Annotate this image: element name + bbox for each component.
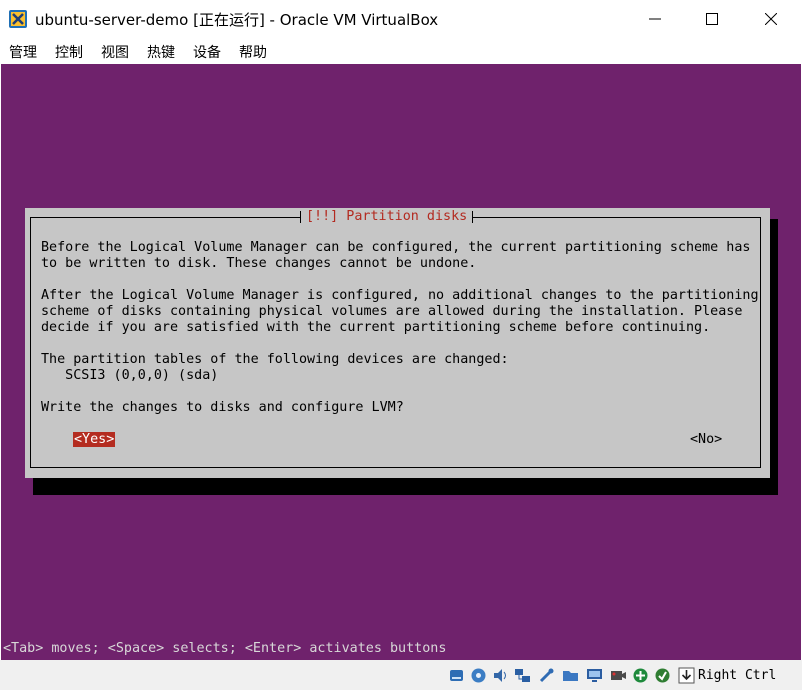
close-button[interactable] xyxy=(748,0,794,38)
dialog-text-line: decide if you are satisfied with the cur… xyxy=(41,320,711,335)
no-button[interactable]: <No> xyxy=(690,432,722,448)
virtualbox-app-icon xyxy=(9,10,27,28)
minimize-icon xyxy=(649,18,661,20)
window-title-bar[interactable]: ubuntu-server-demo [正在运行] - Oracle VM Vi… xyxy=(0,0,802,38)
network-icon[interactable] xyxy=(514,667,531,684)
maximize-icon xyxy=(706,13,718,25)
dialog-text-line: After the Logical Volume Manager is conf… xyxy=(41,288,759,303)
window-title: ubuntu-server-demo [正在运行] - Oracle VM Vi… xyxy=(35,11,439,29)
usb-icon[interactable] xyxy=(538,667,555,684)
vm-console-screen[interactable]: [!!] Partition disks Before the Logical … xyxy=(1,64,801,660)
video-capture-icon[interactable] xyxy=(610,667,627,684)
minimize-button[interactable] xyxy=(632,0,678,38)
yes-button[interactable]: <Yes> xyxy=(73,432,116,447)
menu-item-manage[interactable]: 管理 xyxy=(9,42,37,62)
menu-item-hotkeys[interactable]: 热键 xyxy=(147,42,175,62)
partition-disks-dialog: [!!] Partition disks Before the Logical … xyxy=(25,208,770,478)
shared-folders-icon[interactable] xyxy=(562,667,579,684)
menu-item-control[interactable]: 控制 xyxy=(55,42,83,62)
maximize-button[interactable] xyxy=(689,0,735,38)
menu-bar: 管理 控制 视图 热键 设备 帮助 xyxy=(0,38,802,64)
keyboard-help-line: <Tab> moves; <Space> selects; <Enter> ac… xyxy=(3,641,447,656)
status-bar: Right Ctrl xyxy=(0,660,802,690)
dialog-title: [!!] Partition disks xyxy=(300,209,474,225)
dialog-text-line: Before the Logical Volume Manager can be… xyxy=(41,240,751,255)
menu-item-devices[interactable]: 设备 xyxy=(193,42,221,62)
display-icon[interactable] xyxy=(586,667,603,684)
dialog-text-line: The partition tables of the following de… xyxy=(41,352,509,367)
arrow-down-icon[interactable] xyxy=(678,667,695,684)
audio-icon[interactable] xyxy=(492,667,509,684)
menu-item-help[interactable]: 帮助 xyxy=(239,42,267,62)
menu-item-view[interactable]: 视图 xyxy=(101,42,129,62)
close-icon xyxy=(765,13,777,25)
guest-additions-icon[interactable] xyxy=(632,667,649,684)
dialog-question: Write the changes to disks and configure… xyxy=(41,400,404,415)
device-list-item: SCSI3 (0,0,0) (sda) xyxy=(41,368,219,383)
optical-disk-icon[interactable] xyxy=(470,667,487,684)
hard-disk-icon[interactable] xyxy=(448,667,465,684)
dialog-text-line: to be written to disk. These changes can… xyxy=(41,256,477,271)
mouse-integration-icon[interactable] xyxy=(654,667,671,684)
host-key-label: Right Ctrl xyxy=(698,668,777,683)
dialog-text-line: scheme of disks containing physical volu… xyxy=(41,304,743,319)
